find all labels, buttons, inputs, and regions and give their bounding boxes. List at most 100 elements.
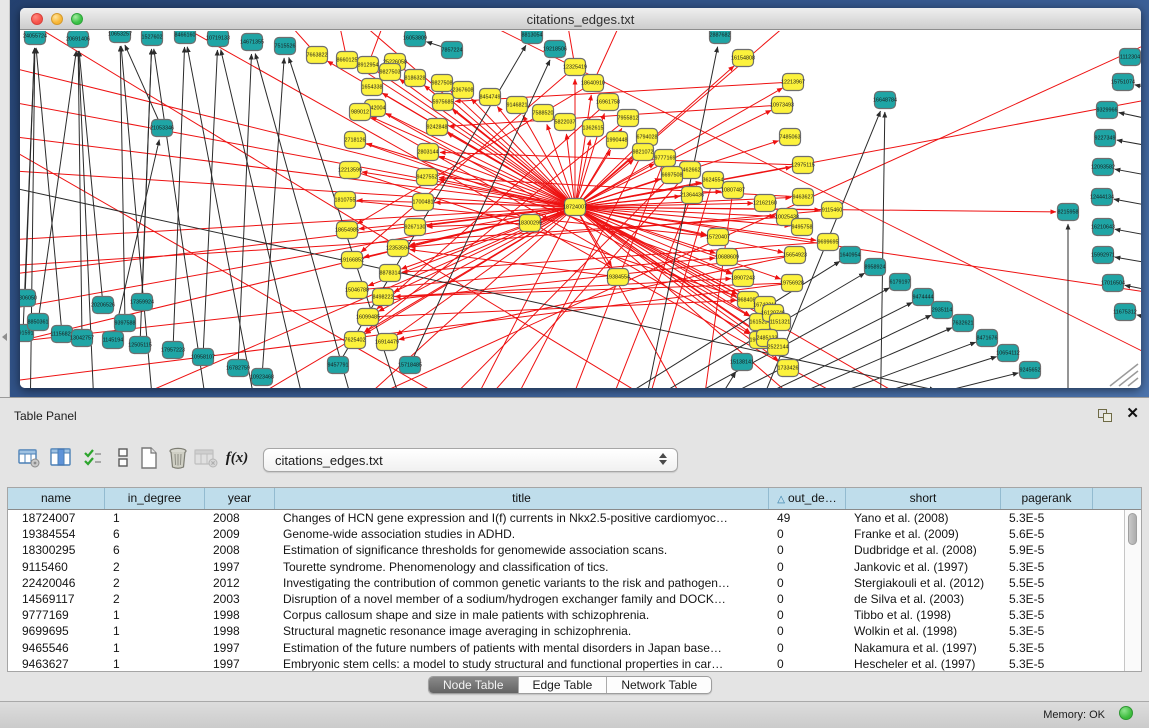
graph-node[interactable]: 8850361 [28, 314, 49, 331]
graph-node[interactable]: 12213967 [781, 74, 805, 91]
graph-node[interactable]: 17957223 [161, 342, 185, 359]
cell-pagerank[interactable]: 5.3E-5 [1001, 640, 1093, 656]
graph-node[interactable]: 15720407 [706, 229, 730, 246]
cell-in_degree[interactable]: 1 [105, 640, 205, 656]
table-row[interactable]: 977716911998Corpus callosum shape and si… [8, 607, 1124, 623]
column-header-short[interactable]: short [846, 488, 1001, 509]
graph-node[interactable]: 9227349 [1095, 130, 1116, 147]
citation-edge-red[interactable] [386, 113, 575, 207]
table-row[interactable]: 911546021997Tourette syndrome. Phenomeno… [8, 559, 1124, 575]
cell-pagerank[interactable]: 5.3E-5 [1001, 656, 1093, 671]
graph-node[interactable]: 14671355 [240, 34, 264, 51]
citation-edge-black[interactable] [221, 50, 310, 388]
graph-node[interactable]: 8471676 [977, 330, 998, 347]
cell-in_degree[interactable]: 1 [105, 623, 205, 639]
cell-out_de[interactable]: 0 [769, 542, 846, 558]
cell-name[interactable]: 9115460 [8, 559, 105, 575]
graph-node[interactable]: 15718485 [398, 357, 422, 374]
side-panel-collapsed-strip[interactable] [0, 0, 10, 397]
graph-node[interactable]: 7625402 [345, 332, 366, 349]
graph-node[interactable]: 8215958 [1058, 204, 1079, 221]
cell-pagerank[interactable]: 5.3E-5 [1001, 559, 1093, 575]
graph-node[interactable]: 16210643 [1091, 219, 1115, 236]
cell-name[interactable]: 19384554 [8, 526, 105, 542]
graph-node[interactable]: 7588520 [533, 105, 554, 122]
cell-year[interactable]: 2008 [205, 510, 275, 526]
graph-node[interactable]: 9146821 [507, 97, 528, 114]
cell-short[interactable]: Jankovic et al. (1997) [846, 559, 1001, 575]
cell-out_de[interactable]: 0 [769, 526, 846, 542]
cell-out_de[interactable]: 0 [769, 640, 846, 656]
graph-node[interactable]: 12093582 [1091, 159, 1115, 176]
graph-node[interactable]: 12325419 [563, 59, 587, 76]
graph-node[interactable]: 5822037 [555, 114, 576, 131]
graph-node[interactable]: 10719133 [206, 31, 230, 47]
citation-edge-black[interactable] [154, 49, 210, 388]
graph-node[interactable]: 12444134 [1090, 189, 1114, 206]
citation-edge-black[interactable] [262, 58, 284, 377]
table-select-dropdown[interactable]: citations_edges.txt [263, 448, 678, 472]
graph-node[interactable]: 9267130 [405, 219, 426, 236]
graph-node[interactable]: 9242848 [427, 119, 448, 136]
citation-edge-black[interactable] [1115, 229, 1141, 245]
cell-year[interactable]: 1998 [205, 607, 275, 623]
graph-node[interactable]: 18640910 [581, 75, 605, 92]
graph-node[interactable]: 9827503 [380, 64, 401, 81]
cell-pagerank[interactable]: 5.3E-5 [1001, 607, 1093, 623]
column-header-in_degree[interactable]: in_degree [105, 488, 205, 509]
graph-node[interactable]: 1145194 [103, 332, 124, 349]
graph-node[interactable]: 8498222 [373, 289, 394, 306]
side-panel-expand-arrow-icon[interactable] [2, 333, 7, 341]
column-header-out_de[interactable]: △out_de… [769, 488, 846, 509]
table-row[interactable]: 1872400712008Changes of HCN gene express… [8, 510, 1124, 526]
graph-node[interactable]: 8186328 [405, 70, 426, 87]
column-header-pagerank[interactable]: pagerank [1001, 488, 1093, 509]
citation-edge-red[interactable] [575, 95, 591, 207]
graph-node[interactable]: 5975685 [433, 94, 454, 111]
cell-name[interactable]: 9699695 [8, 623, 105, 639]
citation-edge-black[interactable] [203, 50, 217, 357]
graph-node[interactable]: 17016504 [1101, 275, 1125, 292]
cell-in_degree[interactable]: 6 [105, 542, 205, 558]
graph-node[interactable]: 7955812 [618, 110, 639, 127]
graph-node[interactable]: 16053809 [403, 31, 427, 47]
cell-in_degree[interactable]: 2 [105, 591, 205, 607]
cell-pagerank[interactable]: 5.9E-5 [1001, 542, 1093, 558]
cell-short[interactable]: de Silva et al. (2003) [846, 591, 1001, 607]
graph-node[interactable]: 15751074 [1111, 74, 1135, 91]
cell-title[interactable]: Tourette syndrome. Phenomenology and cla… [275, 559, 769, 575]
graph-node[interactable]: 8454749 [480, 89, 501, 106]
cell-out_de[interactable]: 49 [769, 510, 846, 526]
graph-node[interactable]: 12353594 [386, 240, 410, 257]
cell-year[interactable]: 2012 [205, 575, 275, 591]
cell-in_degree[interactable]: 1 [105, 607, 205, 623]
table-row[interactable]: 969969511998Structural magnetic resonanc… [8, 623, 1124, 639]
citation-edge-red[interactable] [566, 134, 575, 207]
graph-node[interactable]: 19756928 [780, 275, 804, 292]
function-builder-button[interactable]: f(x) [224, 444, 250, 472]
cell-short[interactable]: Stergiakouli et al. (2012) [846, 575, 1001, 591]
citation-edge-black[interactable] [173, 47, 185, 350]
graph-node[interactable]: 16914479 [375, 334, 399, 351]
graph-node[interactable]: 20206526 [91, 297, 115, 314]
graph-node[interactable]: 2522144 [768, 339, 789, 356]
cell-out_de[interactable]: 0 [769, 623, 846, 639]
graph-node[interactable]: 16154808 [731, 50, 755, 67]
graph-node[interactable]: 9397588 [115, 315, 136, 332]
graph-node[interactable]: 17359924 [130, 294, 154, 311]
graph-node[interactable]: 10807487 [721, 182, 745, 199]
graph-node[interactable]: 25306050 [20, 290, 37, 307]
cell-out_de[interactable]: 0 [769, 575, 846, 591]
graph-node[interactable]: 1527602 [142, 31, 163, 46]
cell-name[interactable]: 9777169 [8, 607, 105, 623]
graph-node[interactable]: 8813054 [522, 31, 543, 44]
citation-edge-red[interactable] [20, 45, 575, 207]
cell-title[interactable]: Disruption of a novel member of a sodium… [275, 591, 769, 607]
graph-node[interactable]: 9821072 [633, 144, 654, 161]
cell-short[interactable]: Yano et al. (2008) [846, 510, 1001, 526]
graph-node[interactable]: 7485063 [780, 129, 801, 146]
network-window-titlebar[interactable]: citations_edges.txt [20, 8, 1141, 30]
graph-node[interactable]: 1810755 [335, 192, 356, 209]
row-height-button[interactable] [110, 444, 136, 472]
graph-node[interactable]: 8912954 [358, 57, 379, 74]
